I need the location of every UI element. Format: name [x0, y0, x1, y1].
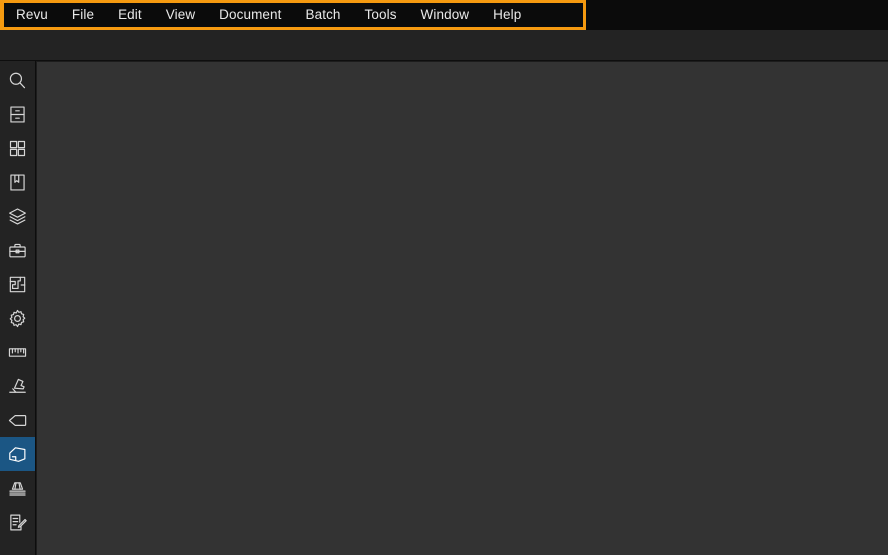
menu-bar: Revu File Edit View Document Batch Tools…	[0, 0, 888, 30]
gear-icon	[7, 308, 28, 329]
sidebar-item-layers[interactable]	[0, 199, 35, 233]
menu-item-view[interactable]: View	[154, 0, 207, 30]
menu-item-revu[interactable]: Revu	[4, 0, 60, 30]
thumbnails-grid-icon	[7, 138, 28, 159]
sidebar-item-thumbnails[interactable]	[0, 131, 35, 165]
menu-item-edit[interactable]: Edit	[106, 0, 154, 30]
sidebar-item-search[interactable]	[0, 63, 35, 97]
stamp-icon	[7, 376, 28, 397]
tag-icon	[7, 410, 28, 431]
sidebar-item-tool-chest[interactable]	[0, 233, 35, 267]
sidebar-item-measurements[interactable]	[0, 335, 35, 369]
file-cabinet-icon	[7, 104, 28, 125]
sidebar-item-markups-list[interactable]	[0, 505, 35, 539]
sidebar-item-batch-scan[interactable]	[0, 471, 35, 505]
box-3d-icon	[7, 444, 28, 465]
document-pencil-icon	[7, 512, 28, 533]
sets-icon	[7, 274, 28, 295]
scanner-icon	[7, 478, 28, 499]
main-toolbar	[0, 30, 888, 61]
sidebar-item-bookmarks[interactable]	[0, 165, 35, 199]
document-canvas-empty[interactable]	[37, 62, 888, 555]
menu-item-help[interactable]: Help	[481, 0, 533, 30]
sidebar-item-sets[interactable]	[0, 267, 35, 301]
sidebar-item-properties[interactable]	[0, 301, 35, 335]
menu-item-tools[interactable]: Tools	[353, 0, 409, 30]
left-panel-sidebar	[0, 61, 36, 555]
menu-item-batch[interactable]: Batch	[294, 0, 353, 30]
menu-item-document[interactable]: Document	[207, 0, 293, 30]
menu-bar-items: Revu File Edit View Document Batch Tools…	[0, 0, 533, 30]
sidebar-item-tags[interactable]	[0, 403, 35, 437]
bookmark-icon	[7, 172, 28, 193]
sidebar-item-file-access[interactable]	[0, 97, 35, 131]
search-icon	[7, 70, 28, 91]
menu-item-file[interactable]: File	[60, 0, 106, 30]
revu-application-window: Revu File Edit View Document Batch Tools…	[0, 0, 888, 555]
sidebar-item-studio[interactable]	[0, 437, 35, 471]
toolbox-icon	[7, 240, 28, 261]
ruler-icon	[7, 342, 28, 363]
layers-icon	[7, 206, 28, 227]
sidebar-item-stamps[interactable]	[0, 369, 35, 403]
menu-item-window[interactable]: Window	[409, 0, 482, 30]
